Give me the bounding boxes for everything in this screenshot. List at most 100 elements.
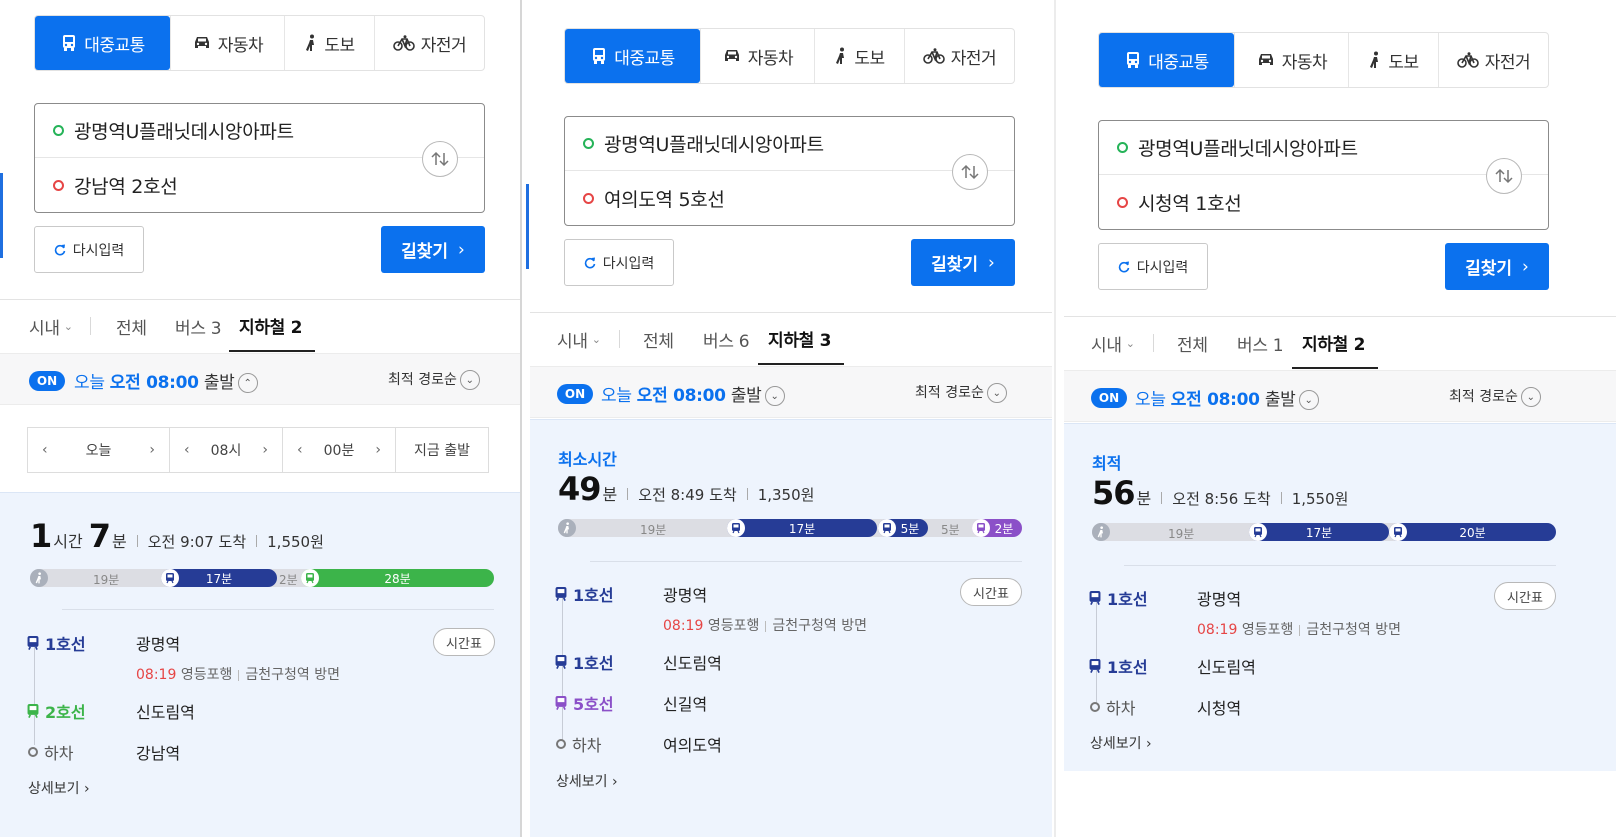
tab-bus[interactable]: 버스 3 (175, 300, 222, 352)
search-button[interactable]: 길찾기 › (381, 226, 485, 273)
prev-icon[interactable]: ‹ (42, 442, 48, 458)
chevron-down-icon: ⌄ (591, 332, 601, 346)
tab-bus[interactable]: 버스 6 (703, 313, 750, 365)
timetable-button[interactable]: 시간표 (960, 578, 1022, 606)
route-inputs: 광명역U플래닛데시앙아파트 여의도역 5호선 (564, 116, 1015, 226)
summary-divider (1161, 492, 1163, 504)
departure-time[interactable]: 오늘 오전 08:00 출발 ⌄ (1135, 385, 1319, 410)
mode-bike[interactable]: 자전거 (904, 29, 1014, 83)
minute-picker[interactable]: ‹ 00분 › (282, 427, 396, 473)
mode-car[interactable]: 자동차 (170, 16, 284, 70)
refresh-icon (54, 244, 66, 256)
mode-bike[interactable]: 자전거 (1438, 33, 1548, 87)
prev-icon[interactable]: ‹ (184, 442, 190, 458)
direction-bound: 영등포행 (1241, 622, 1294, 638)
line-name: 1호선 (45, 635, 86, 654)
mode-car[interactable]: 자동차 (700, 29, 814, 83)
region-select[interactable]: 시내 ⌄ (557, 313, 601, 365)
fare: 1,550원 (1291, 490, 1349, 508)
details-link[interactable]: 상세보기 › (28, 778, 90, 798)
route-result[interactable]: 최소시간 49 분 오전 8:49 도착 1,350원 19분 17분 5분 5분… (530, 419, 1052, 837)
mode-transit[interactable]: 대중교통 (35, 16, 170, 70)
details-link[interactable]: 상세보기 › (556, 771, 618, 791)
depart-time: 08:19 (136, 667, 177, 683)
route-result[interactable]: 최적 56 분 오전 8:56 도착 1,550원 19분 17분 20분 1호선… (1064, 423, 1616, 771)
next-icon[interactable]: › (262, 442, 268, 458)
direction-info: 08:19 영등포행 금천구청역 방면 (136, 664, 340, 684)
panel-indicator (526, 184, 529, 269)
departure-time[interactable]: 오늘 오전 08:00 출발 ⌃ (74, 368, 258, 393)
next-icon[interactable]: › (149, 442, 155, 458)
origin-field[interactable]: 광명역U플래닛데시앙아파트 (35, 104, 484, 158)
segment-time: 28분 (384, 571, 411, 586)
summary-divider (1280, 492, 1282, 504)
departure-time[interactable]: 오늘 오전 08:00 출발 ⌄ (601, 381, 785, 406)
origin-field[interactable]: 광명역U플래닛데시앙아파트 (565, 117, 1014, 171)
segment-time: 20분 (1459, 525, 1486, 540)
mode-walk[interactable]: 도보 (814, 29, 904, 83)
time-value: 오전 08:00 (1170, 390, 1260, 410)
swap-button[interactable] (1486, 158, 1522, 194)
mode-walk-label: 도보 (854, 48, 885, 69)
sort-select[interactable]: 최적 경로순 ⌄ (915, 382, 1007, 403)
depart-now-label: 지금 출발 (414, 443, 470, 459)
search-button[interactable]: 길찾기 › (911, 239, 1015, 286)
subway-icon (27, 703, 39, 718)
hour-picker[interactable]: ‹ 08시 › (169, 427, 283, 473)
search-button[interactable]: 길찾기 › (1445, 243, 1549, 290)
tab-subway[interactable]: 지하철 2 (1292, 317, 1378, 369)
segment-time: 2분 (994, 521, 1014, 536)
tab-divider (1153, 334, 1154, 352)
mode-transit[interactable]: 대중교통 (1099, 33, 1234, 87)
day-picker[interactable]: ‹ 오늘 › (27, 427, 170, 473)
region-select[interactable]: 시내 ⌄ (1091, 317, 1135, 369)
timetable-button[interactable]: 시간표 (433, 628, 495, 656)
tab-all[interactable]: 전체 (1177, 317, 1208, 369)
destination-field[interactable]: 시청역 1호선 (1099, 175, 1548, 229)
mode-walk-label: 도보 (324, 35, 355, 56)
chevron-down-icon: ⌄ (1520, 387, 1541, 407)
next-icon[interactable]: › (375, 442, 381, 458)
sort-select[interactable]: 최적 경로순 ⌄ (1449, 386, 1541, 407)
route-line (1096, 596, 1097, 703)
destination-field[interactable]: 강남역 2호선 (35, 158, 484, 212)
tab-subway[interactable]: 지하철 3 (758, 313, 844, 365)
sort-select[interactable]: 최적 경로순 ⌄ (388, 369, 480, 390)
tab-all[interactable]: 전체 (116, 300, 147, 352)
tab-all[interactable]: 전체 (643, 313, 674, 365)
region-select[interactable]: 시내 ⌄ (29, 300, 73, 352)
subway-icon (161, 569, 179, 587)
mode-bike-label: 자전거 (420, 35, 467, 56)
subway-icon (555, 695, 567, 710)
timetable-button[interactable]: 시간표 (1494, 582, 1556, 610)
reset-button[interactable]: 다시입력 (564, 239, 674, 286)
result-label: 최적 (1092, 454, 1122, 473)
route-result[interactable]: 1 시간 7분 오전 9:07 도착 1,550원 19분 17분 2분 28분 … (0, 492, 522, 837)
line-name: 1호선 (1107, 658, 1148, 677)
destination-field[interactable]: 여의도역 5호선 (565, 171, 1014, 225)
swap-button[interactable] (422, 141, 458, 177)
station-name: 신길역 (663, 695, 708, 714)
reset-button[interactable]: 다시입력 (1098, 243, 1208, 290)
mode-walk[interactable]: 도보 (1348, 33, 1438, 87)
tab-bus[interactable]: 버스 1 (1237, 317, 1284, 369)
mode-bike[interactable]: 자전거 (374, 16, 484, 70)
swap-button[interactable] (952, 154, 988, 190)
hour-value: 08시 (210, 443, 242, 459)
time-value: 오전 08:00 (636, 386, 726, 406)
panel-divider (520, 0, 522, 837)
mode-car[interactable]: 자동차 (1234, 33, 1348, 87)
destination-text: 여의도역 5호선 (604, 188, 725, 211)
details-link[interactable]: 상세보기 › (1090, 733, 1152, 753)
canvas: { "modes": {"transit":"대중교통","car":"자동차"… (0, 0, 1616, 837)
mode-transit[interactable]: 대중교통 (565, 29, 700, 83)
reset-button[interactable]: 다시입력 (34, 226, 144, 273)
line1-segment: 20분 (1389, 523, 1556, 541)
line5-segment: 2분 (972, 519, 1022, 537)
origin-field[interactable]: 광명역U플래닛데시앙아파트 (1099, 121, 1548, 175)
tab-subway[interactable]: 지하철 2 (229, 300, 315, 352)
prev-icon[interactable]: ‹ (297, 442, 303, 458)
mode-walk[interactable]: 도보 (284, 16, 374, 70)
depart-now-button[interactable]: 지금 출발 (395, 427, 489, 473)
tab-bus-label: 버스 6 (703, 331, 750, 352)
